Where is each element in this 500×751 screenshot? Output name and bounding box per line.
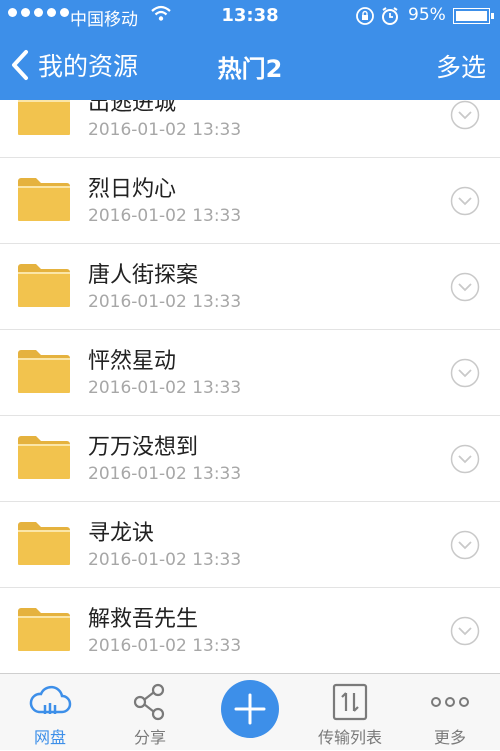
folder-icon bbox=[18, 178, 70, 221]
folder-icon bbox=[18, 350, 70, 393]
tab-share-label: 分享 bbox=[133, 728, 166, 747]
file-date: 2016-01-02 13:33 bbox=[88, 206, 242, 226]
more-icon bbox=[431, 697, 469, 707]
navigation-bar: 我的资源 热门2 多选 bbox=[0, 32, 500, 100]
file-date: 2016-01-02 13:33 bbox=[88, 464, 242, 484]
file-list: 出逃进城 2016-01-02 13:33 烈日灼心 2016-01-02 13:33… bbox=[0, 100, 500, 673]
tab-transfer-list-label: 传输列表 bbox=[317, 728, 382, 747]
file-name: 唐人街探案 bbox=[88, 263, 199, 288]
share-icon bbox=[133, 683, 165, 721]
chevron-down-icon[interactable] bbox=[450, 186, 480, 216]
tab-more[interactable]: 更多 bbox=[400, 674, 500, 751]
list-item[interactable]: 烈日灼心 2016-01-02 13:33 bbox=[0, 158, 500, 244]
transfer-icon bbox=[332, 683, 368, 721]
status-bar: 中国移动 13:38 95% bbox=[0, 0, 500, 32]
file-name: 解救吾先生 bbox=[88, 607, 199, 632]
alarm-icon bbox=[380, 6, 400, 31]
chevron-down-icon[interactable] bbox=[450, 100, 480, 130]
list-item[interactable]: 唐人街探案 2016-01-02 13:33 bbox=[0, 244, 500, 330]
chevron-down-icon[interactable] bbox=[450, 530, 480, 560]
add-button[interactable] bbox=[221, 680, 279, 738]
list-item[interactable]: 怦然星动 2016-01-02 13:33 bbox=[0, 330, 500, 416]
file-name: 万万没想到 bbox=[88, 435, 199, 460]
list-item[interactable]: 出逃进城 2016-01-02 13:33 bbox=[0, 100, 500, 158]
file-date: 2016-01-02 13:33 bbox=[88, 636, 242, 656]
folder-icon bbox=[18, 608, 70, 651]
app-header: 中国移动 13:38 95% 我的资源 热门2 多选 bbox=[0, 0, 500, 100]
chevron-down-icon[interactable] bbox=[450, 444, 480, 474]
tab-cloud-drive-label: 网盘 bbox=[33, 728, 66, 747]
file-name: 出逃进城 bbox=[88, 100, 177, 116]
tab-more-label: 更多 bbox=[433, 728, 466, 747]
chevron-down-icon[interactable] bbox=[450, 272, 480, 302]
folder-icon bbox=[18, 100, 70, 135]
page-title: 热门2 bbox=[217, 55, 283, 83]
list-item[interactable]: 解救吾先生 2016-01-02 13:33 bbox=[0, 588, 500, 673]
folder-icon bbox=[18, 264, 70, 307]
file-name: 寻龙诀 bbox=[88, 521, 155, 546]
chevron-down-icon[interactable] bbox=[450, 616, 480, 646]
tab-share[interactable]: 分享 bbox=[100, 674, 200, 751]
rotation-lock-icon bbox=[355, 6, 375, 31]
file-date: 2016-01-02 13:33 bbox=[88, 120, 242, 140]
tab-cloud-drive[interactable]: 网盘 bbox=[0, 674, 100, 751]
folder-icon bbox=[18, 436, 70, 479]
file-date: 2016-01-02 13:33 bbox=[88, 378, 242, 398]
plus-icon bbox=[234, 693, 266, 725]
file-date: 2016-01-02 13:33 bbox=[88, 292, 242, 312]
file-name: 怦然星动 bbox=[88, 349, 177, 374]
file-date: 2016-01-02 13:33 bbox=[88, 550, 242, 570]
cloud-icon bbox=[29, 685, 72, 714]
list-item[interactable]: 万万没想到 2016-01-02 13:33 bbox=[0, 416, 500, 502]
list-item[interactable]: 寻龙诀 2016-01-02 13:33 bbox=[0, 502, 500, 588]
folder-icon bbox=[18, 522, 70, 565]
file-name: 烈日灼心 bbox=[88, 177, 177, 202]
tab-transfer-list[interactable]: 传输列表 bbox=[300, 674, 400, 751]
battery-icon bbox=[453, 8, 490, 24]
multi-select-button[interactable]: 多选 bbox=[436, 48, 486, 84]
battery-percent: 95% bbox=[408, 5, 446, 25]
chevron-down-icon[interactable] bbox=[450, 358, 480, 388]
